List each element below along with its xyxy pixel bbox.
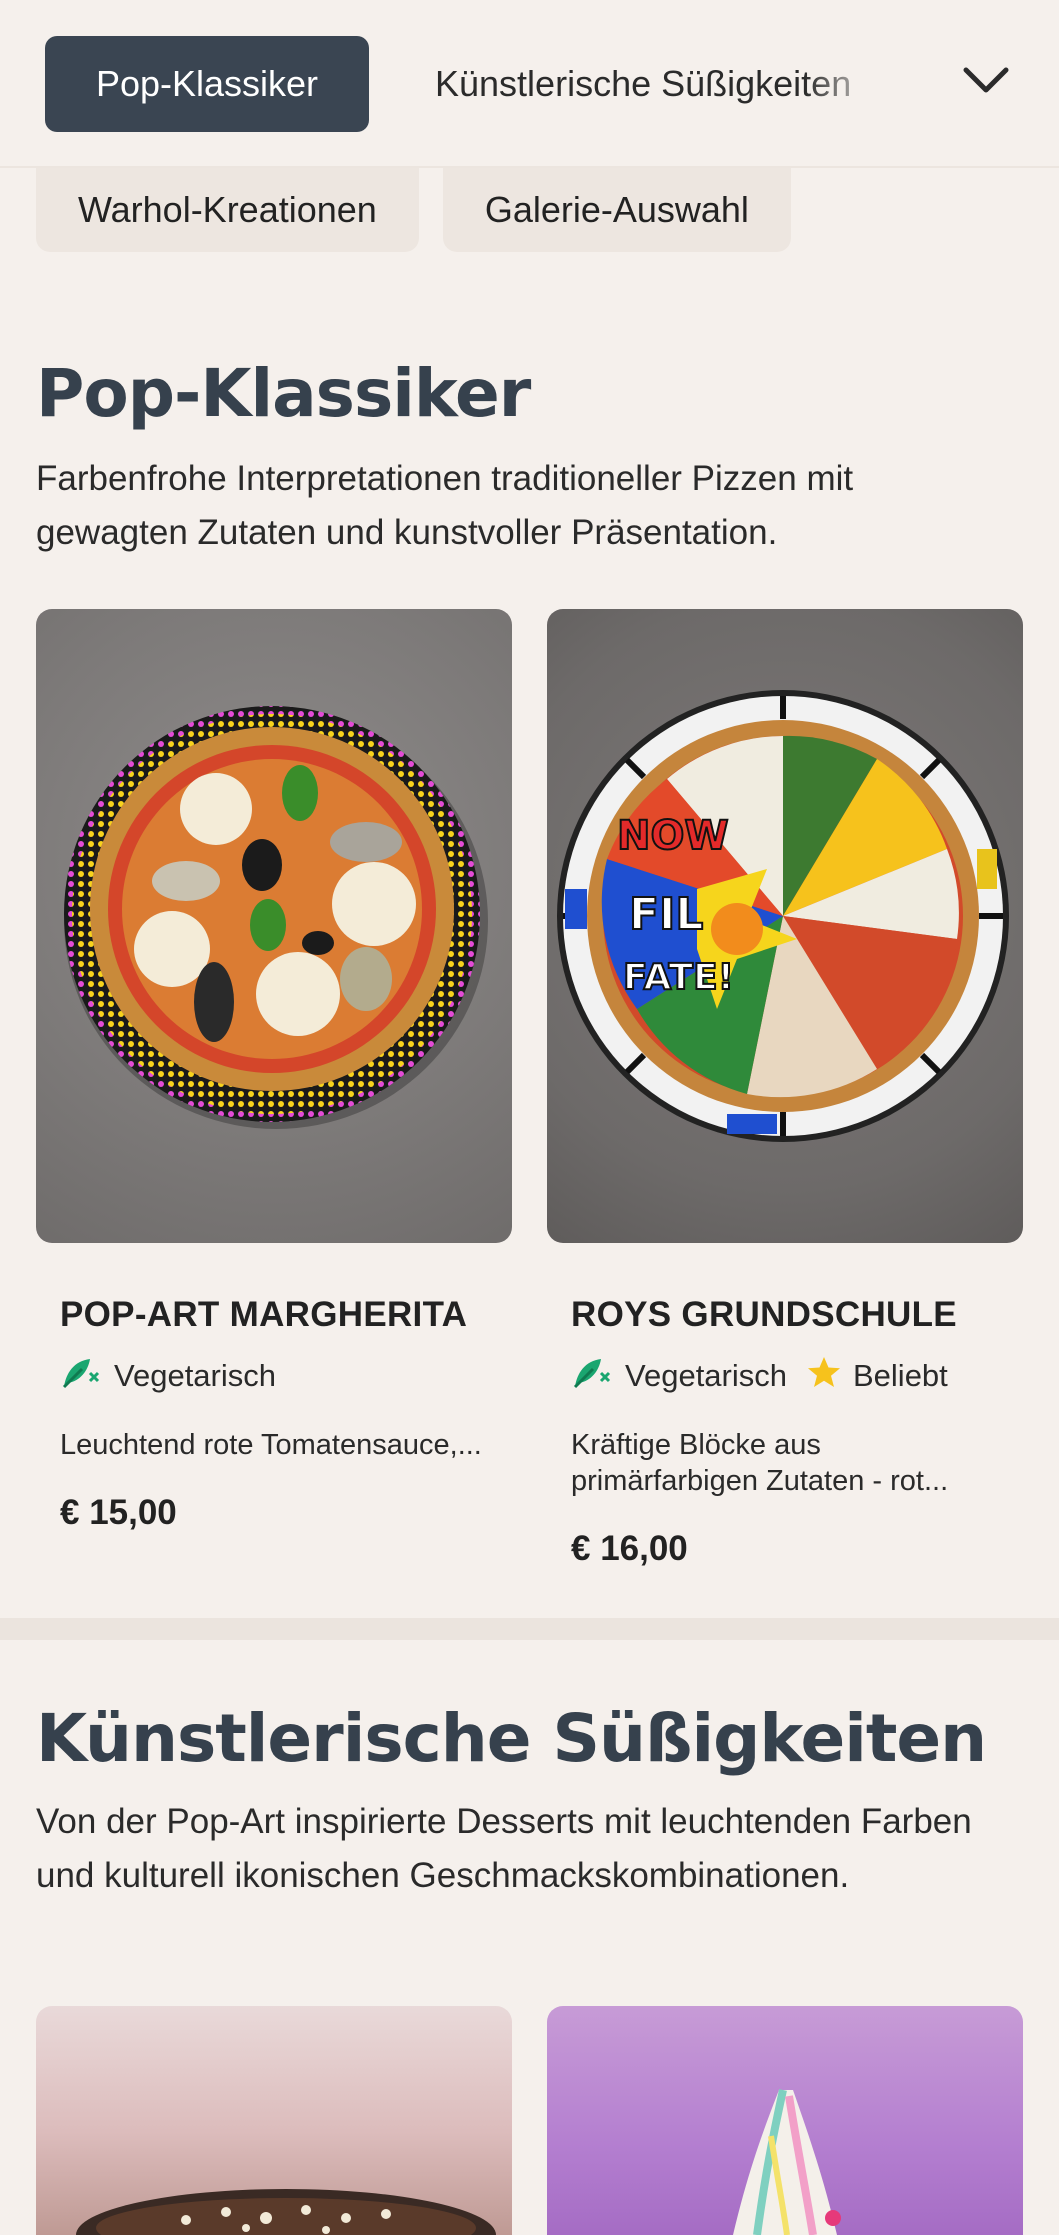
category-chips: Warhol-Kreationen Galerie-Auswahl bbox=[36, 168, 791, 252]
section-divider bbox=[0, 1618, 1059, 1640]
section-title: Künstlerische Süßigkeiten bbox=[36, 1700, 987, 1777]
tag-vegetarisch: Vegetarisch bbox=[60, 1355, 276, 1397]
tag-beliebt: Beliebt bbox=[807, 1356, 948, 1396]
leaf-icon bbox=[571, 1355, 613, 1397]
pizza-image: NOW FIL FATE! bbox=[547, 609, 1023, 1243]
tag-label: Vegetarisch bbox=[114, 1358, 276, 1393]
item-description: Leuchtend rote Tomatensauce,... bbox=[60, 1429, 482, 1461]
star-icon bbox=[807, 1356, 841, 1396]
section-title: Pop-Klassiker bbox=[36, 355, 531, 432]
tag-label: Beliebt bbox=[853, 1358, 948, 1393]
category-nav: Pop-Klassiker Künstlerische Süßigkeiten bbox=[0, 0, 1059, 168]
tag-vegetarisch: Vegetarisch bbox=[571, 1355, 787, 1397]
item-title: POP-ART MARGHERITA bbox=[60, 1295, 468, 1334]
svg-text:NOW: NOW bbox=[617, 813, 729, 859]
chevron-down-icon[interactable] bbox=[958, 60, 1014, 100]
item-tags: Vegetarisch Beliebt bbox=[571, 1355, 1023, 1397]
tab-kuenstlerische-suessigkeiten[interactable]: Künstlerische Süßigkeiten bbox=[435, 36, 885, 132]
chip-warhol-kreationen[interactable]: Warhol-Kreationen bbox=[36, 168, 419, 252]
item-title: ROYS GRUNDSCHULE bbox=[571, 1295, 957, 1334]
item-price: € 16,00 bbox=[571, 1529, 688, 1568]
tag-label: Vegetarisch bbox=[625, 1358, 787, 1393]
item-tags: Vegetarisch bbox=[60, 1355, 512, 1397]
section-description: Farbenfrohe Interpretationen traditionel… bbox=[36, 459, 854, 552]
svg-text:FIL: FIL bbox=[629, 889, 703, 940]
svg-text:FATE!: FATE! bbox=[623, 957, 734, 998]
menu-card[interactable] bbox=[36, 2006, 512, 2235]
menu-card[interactable]: NOW FIL FATE! ROYS GRUNDSCHULE Vegetaris… bbox=[547, 609, 1023, 1569]
leaf-icon bbox=[60, 1355, 102, 1397]
section-description: Von der Pop-Art inspirierte Desserts mit… bbox=[36, 1802, 972, 1895]
chip-galerie-auswahl[interactable]: Galerie-Auswahl bbox=[442, 168, 791, 252]
pizza-image bbox=[36, 609, 512, 1243]
tab-pop-klassiker[interactable]: Pop-Klassiker bbox=[45, 36, 369, 132]
item-price: € 15,00 bbox=[60, 1493, 177, 1532]
dessert-image bbox=[547, 2006, 1023, 2235]
menu-card[interactable] bbox=[547, 2006, 1023, 2235]
dessert-image bbox=[36, 2006, 512, 2235]
item-description: Kräftige Blöcke aus primärfarbigen Zutat… bbox=[571, 1429, 949, 1497]
menu-card[interactable]: POP-ART MARGHERITA Vegetarisch Leuchtend… bbox=[36, 609, 512, 1533]
